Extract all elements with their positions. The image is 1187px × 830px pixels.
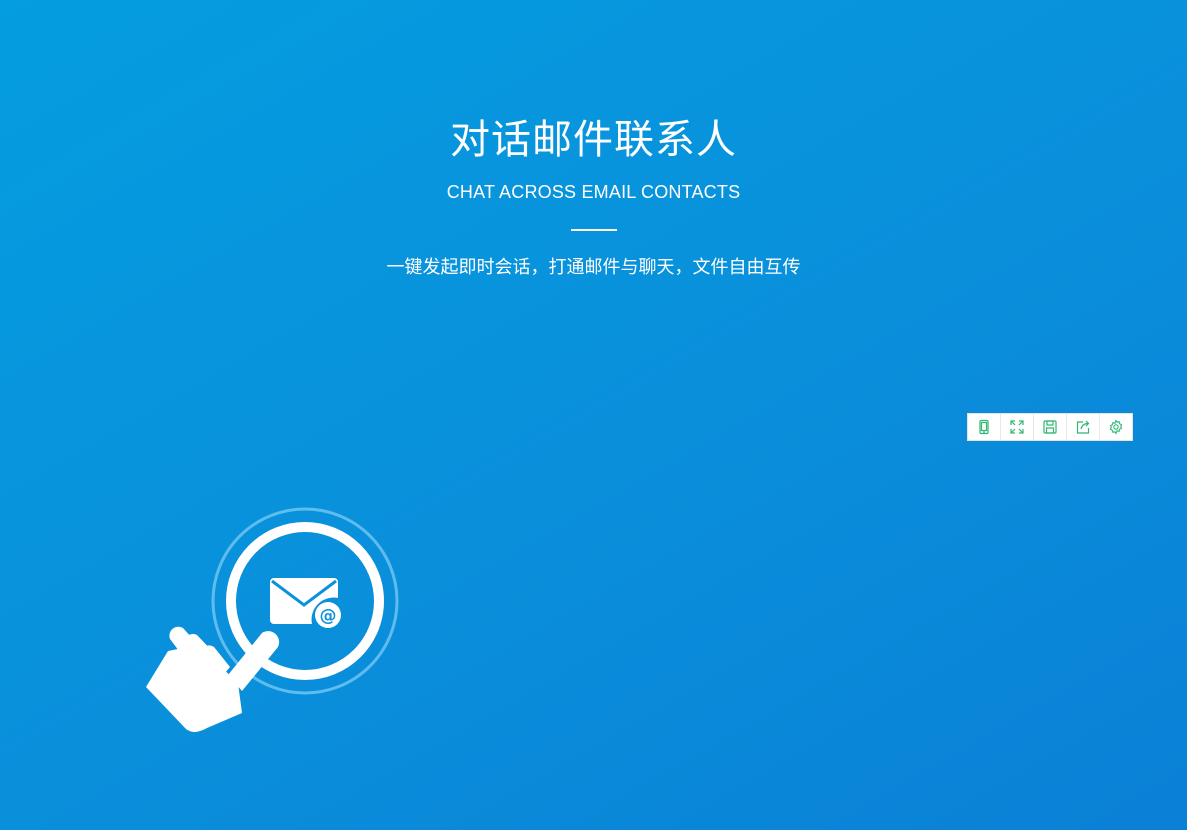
hero-section: 对话邮件联系人 CHAT ACROSS EMAIL CONTACTS 一键发起即… <box>0 112 1187 281</box>
share-button[interactable] <box>1067 414 1100 440</box>
email-at-icon: @ <box>270 578 341 628</box>
page-tagline: 一键发起即时会话，打通邮件与聊天，文件自由互传 <box>386 257 801 278</box>
page-subtitle: CHAT ACROSS EMAIL CONTACTS <box>446 182 741 202</box>
share-icon <box>1076 420 1090 434</box>
settings-gear-icon <box>1109 419 1123 435</box>
save-button[interactable] <box>1034 414 1067 440</box>
mobile-view-button[interactable] <box>968 414 1001 440</box>
title-divider <box>570 229 617 231</box>
svg-text:@: @ <box>320 606 337 626</box>
settings-button[interactable] <box>1100 414 1132 440</box>
email-touch-illustration: @ <box>138 505 408 745</box>
save-icon <box>1043 420 1057 434</box>
fullscreen-button[interactable] <box>1001 414 1034 440</box>
page-title: 对话邮件联系人 <box>450 117 737 163</box>
floating-toolbar <box>967 413 1133 441</box>
fullscreen-icon <box>1010 420 1024 434</box>
mobile-icon <box>979 419 989 435</box>
